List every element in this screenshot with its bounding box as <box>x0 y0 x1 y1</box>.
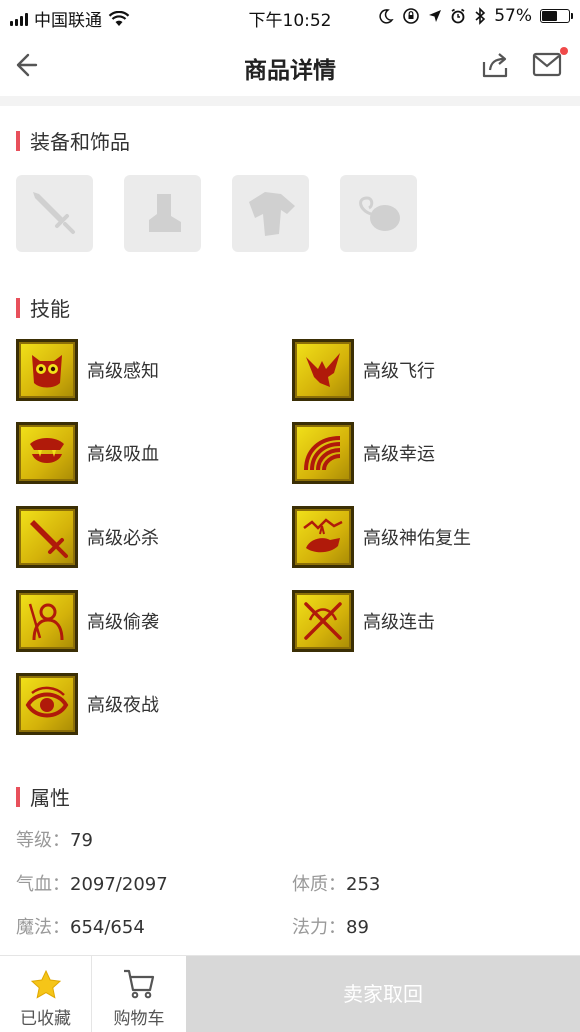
rainbow-icon <box>292 422 354 484</box>
cart-label: 购物车 <box>113 1009 165 1029</box>
attr-mp-label: 魔法： <box>16 917 70 938</box>
eye-icon <box>16 673 78 735</box>
mail-icon <box>532 52 562 77</box>
attributes-title: 属性 <box>30 786 70 810</box>
section-marker <box>16 130 20 151</box>
fang-icon <box>16 422 78 484</box>
attr-level-value: 79 <box>70 830 93 851</box>
skills-title: 技能 <box>30 297 70 321</box>
skill-item[interactable]: 高级必杀 <box>16 506 159 568</box>
section-marker <box>16 297 20 318</box>
owl-icon <box>16 339 78 401</box>
eagle-icon <box>292 339 354 401</box>
armor-icon <box>248 191 295 236</box>
skill-label: 高级吸血 <box>87 444 159 465</box>
skill-item[interactable]: 高级感知 <box>16 339 159 401</box>
skill-label: 高级偷袭 <box>87 612 159 633</box>
skill-item[interactable]: 高级偷袭 <box>16 590 159 652</box>
skill-label: 高级连击 <box>363 612 435 633</box>
favorite-label: 已收藏 <box>20 1009 71 1029</box>
message-button[interactable] <box>532 47 568 80</box>
cart-button[interactable]: 购物车 <box>92 956 186 1032</box>
skill-item[interactable]: 高级夜战 <box>16 673 159 735</box>
equipment-section-title: 装备和饰品 <box>16 126 130 155</box>
cart-icon <box>124 969 155 999</box>
attr-mp: 魔法：654/654 <box>16 913 145 939</box>
equipment-slot-armor[interactable] <box>232 175 309 252</box>
attr-constitution-value: 253 <box>346 874 381 895</box>
attributes-section-title: 属性 <box>16 782 70 811</box>
skill-label: 高级必杀 <box>87 528 159 549</box>
attr-hp-label: 气血： <box>16 874 70 895</box>
boot-icon <box>148 193 181 232</box>
bottom-action-bar: 已收藏 购物车 卖家取回 <box>0 955 580 1032</box>
attr-hp: 气血：2097/2097 <box>16 870 168 896</box>
alarm-icon <box>451 8 465 24</box>
rotation-lock-icon <box>403 8 420 24</box>
battery-percent: 57% <box>494 6 532 26</box>
accessory-icon <box>358 195 400 231</box>
share-icon[interactable] <box>480 50 510 80</box>
status-right: 57% <box>378 6 573 26</box>
equipment-title: 装备和饰品 <box>30 130 130 154</box>
favorite-button[interactable]: 已收藏 <box>0 956 92 1032</box>
section-marker <box>16 786 20 807</box>
sword-icon <box>32 191 75 234</box>
combo-icon <box>292 590 354 652</box>
attr-constitution: 体质：253 <box>292 870 380 896</box>
equipment-slot-accessory[interactable] <box>340 175 417 252</box>
bluetooth-icon <box>475 7 486 25</box>
location-icon <box>429 10 442 22</box>
skill-item[interactable]: 高级幸运 <box>292 422 435 484</box>
nav-bar: 商品详情 <box>0 34 580 96</box>
skill-label: 高级飞行 <box>363 361 435 382</box>
equipment-slot-boots[interactable] <box>124 175 201 252</box>
skill-label: 高级夜战 <box>87 695 159 716</box>
skill-label: 高级感知 <box>87 361 159 382</box>
sword-icon <box>16 506 78 568</box>
attr-magic-value: 89 <box>346 917 369 938</box>
equipment-slot-weapon[interactable] <box>16 175 93 252</box>
skill-label: 高级神佑复生 <box>363 528 471 549</box>
attr-magic: 法力：89 <box>292 913 369 939</box>
attr-level: 等级：79 <box>16 826 93 852</box>
skills-section-title: 技能 <box>16 293 70 322</box>
skill-label: 高级幸运 <box>363 444 435 465</box>
battery-icon <box>540 9 573 23</box>
skill-item[interactable]: 高级神佑复生 <box>292 506 471 568</box>
attr-magic-label: 法力： <box>292 917 346 938</box>
unread-dot <box>560 47 568 55</box>
attr-mp-value: 654/654 <box>70 917 145 938</box>
skill-item[interactable]: 高级飞行 <box>292 339 435 401</box>
attr-constitution-label: 体质： <box>292 874 346 895</box>
star-icon <box>30 969 62 999</box>
revive-icon <box>292 506 354 568</box>
attr-hp-value: 2097/2097 <box>70 874 168 895</box>
status-bar: 中国联通 下午10:52 57% <box>0 0 580 34</box>
attr-level-label: 等级： <box>16 830 70 851</box>
sneak-icon <box>16 590 78 652</box>
skill-item[interactable]: 高级连击 <box>292 590 435 652</box>
nav-divider <box>0 96 580 106</box>
skill-item[interactable]: 高级吸血 <box>16 422 159 484</box>
moon-icon <box>379 9 394 24</box>
seller-retrieve-button[interactable]: 卖家取回 <box>186 956 580 1032</box>
